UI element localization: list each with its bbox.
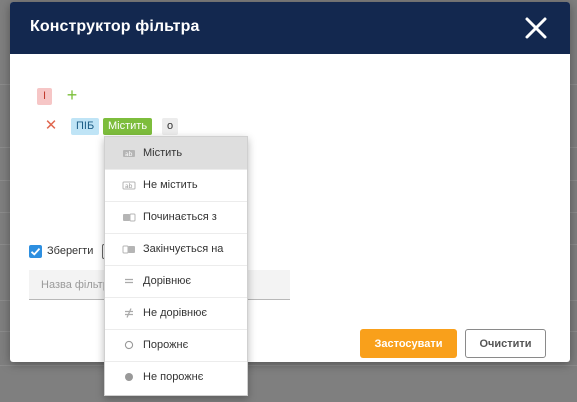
filter-builder-dialog: Конструктор фільтра І + ✕ ПІБ Містить о … [10, 2, 570, 362]
condition-value-chip[interactable]: о [162, 118, 179, 135]
condition-field-chip[interactable]: ПІБ [71, 118, 100, 135]
dropdown-item-label: Не порожнє [143, 371, 204, 383]
equals-icon [122, 274, 136, 288]
dropdown-item-not-equals[interactable]: Не дорівнює [105, 297, 247, 329]
save-label: Зберегти [47, 245, 94, 257]
dialog-header: Конструктор фільтра [10, 2, 570, 54]
operator-dropdown: ab Містить ab Не містить Починається з З… [104, 136, 248, 396]
dropdown-item-label: Дорівнює [143, 275, 192, 287]
dropdown-item-label: Не містить [143, 179, 198, 191]
dropdown-item-not-contains[interactable]: ab Не містить [105, 169, 247, 201]
not-equals-icon [122, 306, 136, 320]
remove-x-icon: ✕ [44, 117, 58, 134]
close-button[interactable] [524, 16, 548, 40]
dropdown-item-contains[interactable]: ab Містить [105, 137, 247, 169]
not-contains-icon: ab [122, 178, 136, 192]
dropdown-item-not-empty[interactable]: Не порожнє [105, 361, 247, 393]
svg-text:ab: ab [125, 151, 133, 158]
contains-icon: ab [122, 146, 136, 160]
dropdown-item-label: Порожнє [143, 339, 189, 351]
add-condition-button[interactable]: + [65, 86, 79, 104]
dropdown-item-label: Закінчується на [143, 243, 224, 255]
svg-text:ab: ab [125, 183, 133, 190]
dropdown-item-label: Містить [143, 147, 183, 159]
dropdown-item-equals[interactable]: Дорівнює [105, 265, 247, 297]
clear-button[interactable]: Очистити [465, 329, 546, 358]
group-operator-chip[interactable]: І [37, 88, 52, 105]
close-icon [525, 17, 547, 39]
dropdown-item-label: Починається з [143, 211, 217, 223]
plus-icon: + [66, 85, 78, 105]
dropdown-item-label: Не дорівнює [143, 307, 207, 319]
apply-button[interactable]: Застосувати [360, 329, 457, 358]
condition-operator-chip[interactable]: Містить [103, 118, 153, 135]
empty-circle-icon [122, 338, 136, 352]
dropdown-item-ends-with[interactable]: Закінчується на [105, 233, 247, 265]
dropdown-item-empty[interactable]: Порожнє [105, 329, 247, 361]
save-checkbox[interactable] [29, 245, 42, 258]
remove-condition-button[interactable]: ✕ [44, 118, 58, 134]
checkmark-icon [30, 247, 41, 256]
ends-with-icon [122, 242, 136, 256]
dropdown-item-starts-with[interactable]: Починається з [105, 201, 247, 233]
dialog-title: Конструктор фільтра [30, 18, 200, 35]
filled-circle-icon [122, 370, 136, 384]
starts-with-icon [122, 210, 136, 224]
